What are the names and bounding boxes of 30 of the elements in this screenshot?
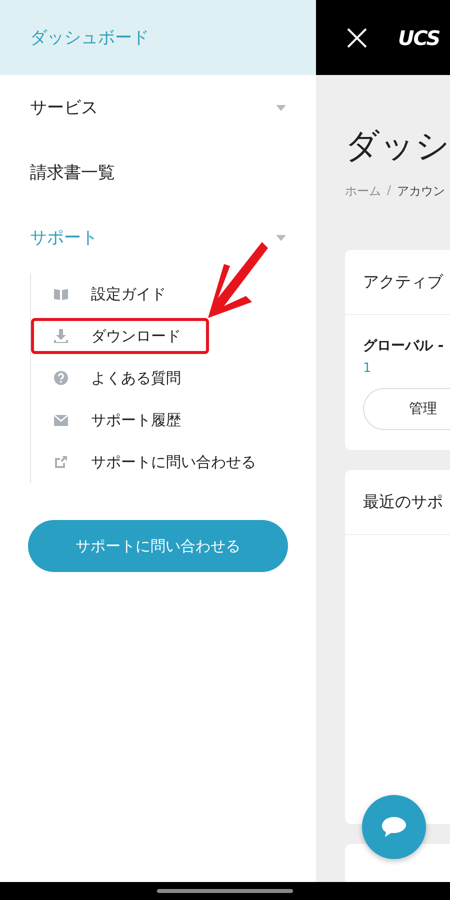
sidebar-item[interactable]: サービス: [0, 75, 316, 140]
submenu-label: 設定ガイド: [91, 284, 166, 304]
service-name: グローバル -: [363, 337, 445, 355]
submenu-label: ダウンロード: [91, 326, 181, 346]
submenu-label: よくある質問: [91, 368, 181, 388]
download-icon: [53, 328, 69, 344]
submenu-item[interactable]: サポート履歴: [31, 399, 316, 441]
page-title: ダッシ: [345, 125, 450, 168]
submenu-item[interactable]: ダウンロード: [31, 315, 316, 357]
logo: UCS: [398, 26, 440, 50]
submenu-label: サポート履歴: [91, 410, 181, 430]
manage-button[interactable]: 管理: [363, 388, 450, 430]
caret-icon: [276, 234, 286, 240]
chat-icon: [381, 816, 407, 838]
submenu-label: サポートに問い合わせる: [91, 452, 256, 472]
card-title: アクティブ: [363, 272, 443, 292]
sidebar-item[interactable]: 請求書一覧: [0, 140, 316, 205]
faq-icon: [53, 370, 69, 386]
submenu-item[interactable]: 設定ガイド: [31, 273, 316, 315]
close-icon[interactable]: [346, 26, 368, 48]
card-title: 最近のサポ: [363, 492, 443, 512]
submenu-item[interactable]: よくある質問: [31, 357, 316, 399]
guide-icon: [53, 286, 69, 302]
service-number: 1: [363, 361, 372, 376]
history-icon: [53, 412, 69, 428]
breadcrumb-separator: /: [387, 183, 392, 199]
breadcrumb-link[interactable]: アカウン: [397, 183, 446, 200]
caret-icon: [276, 104, 286, 110]
external-icon: [53, 454, 69, 470]
submenu-item[interactable]: サポートに問い合わせる: [31, 441, 316, 483]
